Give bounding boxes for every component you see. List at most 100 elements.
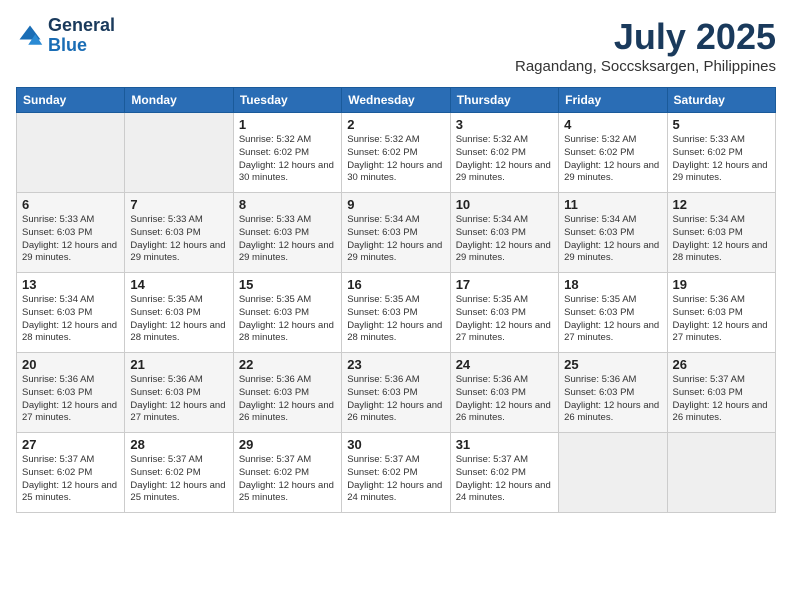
day-info: Sunrise: 5:36 AMSunset: 6:03 PMDaylight:… — [22, 374, 119, 425]
day-info: Sunrise: 5:33 AMSunset: 6:03 PMDaylight:… — [239, 214, 336, 265]
day-info: Sunrise: 5:35 AMSunset: 6:03 PMDaylight:… — [347, 294, 444, 345]
calendar-cell: 22 Sunrise: 5:36 AMSunset: 6:03 PMDayligh… — [233, 353, 341, 433]
weekday-header-thursday: Thursday — [450, 88, 558, 113]
weekday-header-wednesday: Wednesday — [342, 88, 450, 113]
day-number: 20 — [22, 357, 119, 372]
day-number: 18 — [564, 277, 661, 292]
calendar-table: SundayMondayTuesdayWednesdayThursdayFrid… — [16, 87, 776, 513]
calendar-cell: 29Sunrise: 5:37 AMSunset: 6:02 PMDayligh… — [233, 433, 341, 513]
day-info: Sunrise: 5:36 AMSunset: 6:03 PMDaylight:… — [130, 374, 227, 425]
day-info: Sunrise: 5:37 AMSunset: 6:02 PMDaylight:… — [456, 454, 553, 505]
calendar-cell: 18 Sunrise: 5:35 AMSunset: 6:03 PMDayligh… — [559, 273, 667, 353]
day-number: 11 — [564, 197, 661, 212]
calendar-cell: 11 Sunrise: 5:34 AMSunset: 6:03 PMDayligh… — [559, 193, 667, 273]
day-number: 5 — [673, 117, 770, 132]
weekday-header-saturday: Saturday — [667, 88, 775, 113]
weekday-header-tuesday: Tuesday — [233, 88, 341, 113]
calendar-cell: 19Sunrise: 5:36 AMSunset: 6:03 PMDayligh… — [667, 273, 775, 353]
calendar-cell: 28 Sunrise: 5:37 AMSunset: 6:02 PMDayligh… — [125, 433, 233, 513]
day-number: 31 — [456, 437, 553, 452]
day-info: Sunrise: 5:32 AMSunset: 6:02 PMDaylight:… — [347, 134, 444, 185]
day-info: Sunrise: 5:33 AMSunset: 6:03 PMDaylight:… — [130, 214, 227, 265]
logo-text-general: General — [48, 16, 115, 36]
month-title: July 2025 — [515, 16, 776, 58]
calendar-cell: 2 Sunrise: 5:32 AMSunset: 6:02 PMDaylight… — [342, 113, 450, 193]
calendar-cell: 6 Sunrise: 5:33 AMSunset: 6:03 PMDaylight… — [17, 193, 125, 273]
calendar-cell: 14Sunrise: 5:35 AMSunset: 6:03 PMDayligh… — [125, 273, 233, 353]
calendar-cell: 9 Sunrise: 5:34 AMSunset: 6:03 PMDaylight… — [342, 193, 450, 273]
day-number: 4 — [564, 117, 661, 132]
calendar-cell: 15Sunrise: 5:35 AMSunset: 6:03 PMDayligh… — [233, 273, 341, 353]
day-number: 3 — [456, 117, 553, 132]
day-number: 26 — [673, 357, 770, 372]
calendar-week-4: 20 Sunrise: 5:36 AMSunset: 6:03 PMDayligh… — [17, 353, 776, 433]
calendar-cell: 13 Sunrise: 5:34 AMSunset: 6:03 PMDayligh… — [17, 273, 125, 353]
calendar-cell — [559, 433, 667, 513]
day-number: 17 — [456, 277, 553, 292]
day-number: 30 — [347, 437, 444, 452]
day-info: Sunrise: 5:34 AMSunset: 6:03 PMDaylight:… — [456, 214, 553, 265]
calendar-cell: 31 Sunrise: 5:37 AMSunset: 6:02 PMDayligh… — [450, 433, 558, 513]
day-number: 10 — [456, 197, 553, 212]
day-info: Sunrise: 5:34 AMSunset: 6:03 PMDaylight:… — [564, 214, 661, 265]
day-info: Sunrise: 5:36 AMSunset: 6:03 PMDaylight:… — [673, 294, 770, 345]
day-info: Sunrise: 5:35 AMSunset: 6:03 PMDaylight:… — [564, 294, 661, 345]
calendar-cell: 12 Sunrise: 5:34 AMSunset: 6:03 PMDayligh… — [667, 193, 775, 273]
day-info: Sunrise: 5:33 AMSunset: 6:03 PMDaylight:… — [22, 214, 119, 265]
day-number: 8 — [239, 197, 336, 212]
calendar-cell: 7 Sunrise: 5:33 AMSunset: 6:03 PMDaylight… — [125, 193, 233, 273]
calendar-week-5: 27 Sunrise: 5:37 AMSunset: 6:02 PMDayligh… — [17, 433, 776, 513]
weekday-header-friday: Friday — [559, 88, 667, 113]
day-info: Sunrise: 5:36 AMSunset: 6:03 PMDaylight:… — [239, 374, 336, 425]
day-info: Sunrise: 5:36 AMSunset: 6:03 PMDaylight:… — [347, 374, 444, 425]
day-info: Sunrise: 5:35 AMSunset: 6:03 PMDaylight:… — [456, 294, 553, 345]
calendar-cell: 5Sunrise: 5:33 AMSunset: 6:02 PMDaylight… — [667, 113, 775, 193]
day-info: Sunrise: 5:32 AMSunset: 6:02 PMDaylight:… — [564, 134, 661, 185]
day-number: 9 — [347, 197, 444, 212]
day-info: Sunrise: 5:36 AMSunset: 6:03 PMDaylight:… — [456, 374, 553, 425]
calendar-cell: 26 Sunrise: 5:37 AMSunset: 6:03 PMDayligh… — [667, 353, 775, 433]
weekday-header-monday: Monday — [125, 88, 233, 113]
day-number: 25 — [564, 357, 661, 372]
day-number: 1 — [239, 117, 336, 132]
day-number: 22 — [239, 357, 336, 372]
day-info: Sunrise: 5:34 AMSunset: 6:03 PMDaylight:… — [673, 214, 770, 265]
day-number: 13 — [22, 277, 119, 292]
calendar-cell — [17, 113, 125, 193]
calendar-week-1: 1 Sunrise: 5:32 AMSunset: 6:02 PMDaylight… — [17, 113, 776, 193]
location-title: Ragandang, Soccsksargen, Philippines — [515, 58, 776, 75]
day-number: 12 — [673, 197, 770, 212]
day-number: 7 — [130, 197, 227, 212]
day-number: 6 — [22, 197, 119, 212]
day-info: Sunrise: 5:34 AMSunset: 6:03 PMDaylight:… — [22, 294, 119, 345]
calendar-cell: 20 Sunrise: 5:36 AMSunset: 6:03 PMDayligh… — [17, 353, 125, 433]
day-number: 23 — [347, 357, 444, 372]
calendar-cell — [667, 433, 775, 513]
day-info: Sunrise: 5:37 AMSunset: 6:02 PMDaylight:… — [22, 454, 119, 505]
calendar-cell: 24Sunrise: 5:36 AMSunset: 6:03 PMDayligh… — [450, 353, 558, 433]
day-number: 14 — [130, 277, 227, 292]
day-number: 28 — [130, 437, 227, 452]
title-area: July 2025 Ragandang, Soccsksargen, Phili… — [515, 16, 776, 75]
calendar-header: SundayMondayTuesdayWednesdayThursdayFrid… — [17, 88, 776, 113]
day-info: Sunrise: 5:32 AMSunset: 6:02 PMDaylight:… — [239, 134, 336, 185]
day-info: Sunrise: 5:37 AMSunset: 6:03 PMDaylight:… — [673, 374, 770, 425]
calendar-cell: 30Sunrise: 5:37 AMSunset: 6:02 PMDayligh… — [342, 433, 450, 513]
calendar-cell: 21 Sunrise: 5:36 AMSunset: 6:03 PMDayligh… — [125, 353, 233, 433]
logo-text-blue: Blue — [48, 36, 115, 56]
logo-icon — [16, 22, 44, 50]
day-number: 27 — [22, 437, 119, 452]
logo: General Blue — [16, 16, 115, 56]
calendar-week-2: 6 Sunrise: 5:33 AMSunset: 6:03 PMDaylight… — [17, 193, 776, 273]
day-number: 2 — [347, 117, 444, 132]
weekday-header-sunday: Sunday — [17, 88, 125, 113]
calendar-cell: 25Sunrise: 5:36 AMSunset: 6:03 PMDayligh… — [559, 353, 667, 433]
day-number: 21 — [130, 357, 227, 372]
day-info: Sunrise: 5:32 AMSunset: 6:02 PMDaylight:… — [456, 134, 553, 185]
calendar-week-3: 13 Sunrise: 5:34 AMSunset: 6:03 PMDayligh… — [17, 273, 776, 353]
calendar-cell: 23 Sunrise: 5:36 AMSunset: 6:03 PMDayligh… — [342, 353, 450, 433]
day-info: Sunrise: 5:34 AMSunset: 6:03 PMDaylight:… — [347, 214, 444, 265]
calendar-cell: 4 Sunrise: 5:32 AMSunset: 6:02 PMDaylight… — [559, 113, 667, 193]
day-info: Sunrise: 5:35 AMSunset: 6:03 PMDaylight:… — [239, 294, 336, 345]
day-info: Sunrise: 5:37 AMSunset: 6:02 PMDaylight:… — [130, 454, 227, 505]
